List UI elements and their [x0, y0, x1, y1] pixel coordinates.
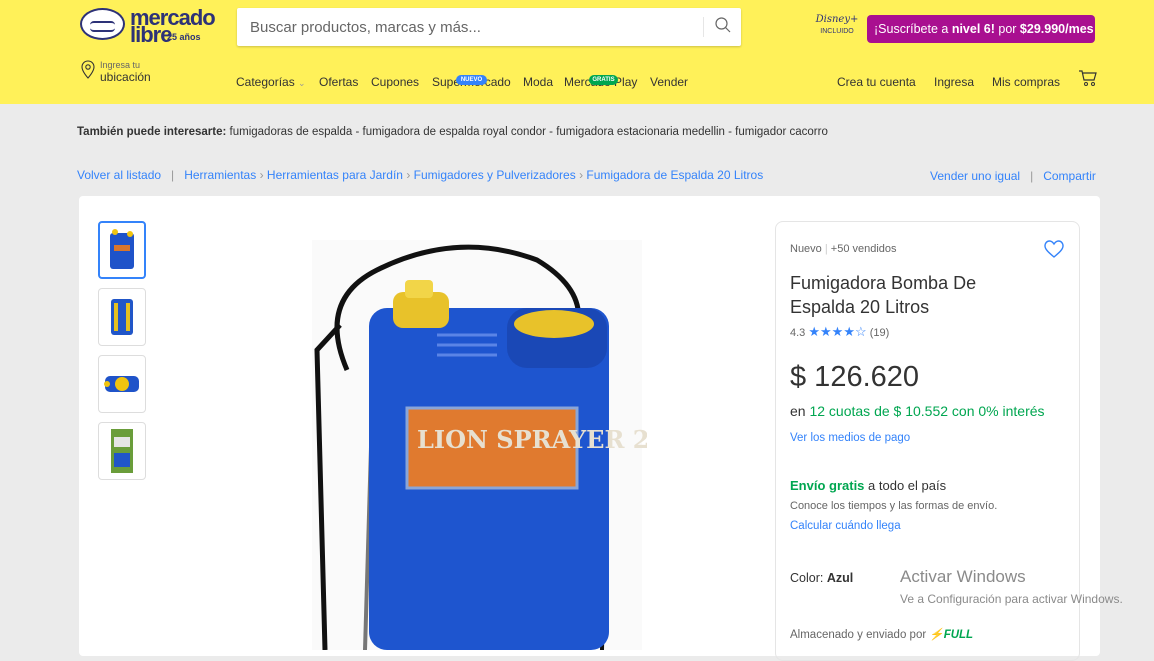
breadcrumb-divider: | [164, 168, 181, 182]
create-account-link[interactable]: Crea tu cuenta [837, 75, 916, 89]
thumbnail-4[interactable] [98, 422, 146, 480]
product-title: Fumigadora Bomba De Espalda 20 Litros [790, 273, 977, 317]
windows-activation-watermark: Activar Windows Ve a Configuración para … [900, 567, 1123, 606]
sprayer-back-thumbnail-image [111, 299, 133, 335]
thumbnail-3[interactable] [98, 355, 146, 413]
search-icon[interactable] [714, 16, 732, 34]
sprayer-top-thumbnail-image [104, 376, 139, 392]
breadcrumb-item[interactable]: Herramientas [184, 168, 256, 182]
chevron-right-icon: › [406, 168, 414, 182]
sprayer-box-thumbnail-image [111, 429, 133, 473]
free-badge: GRATIS [589, 75, 618, 85]
product-main-image[interactable]: LION SPRAYER 20 L [307, 240, 647, 650]
search-input[interactable]: Buscar productos, marcas y más... [237, 8, 741, 46]
thumbnail-2[interactable] [98, 288, 146, 346]
header: mercado libre 25 años Buscar productos, … [0, 0, 1154, 104]
nav-item-categorias[interactable]: Categorías ⌄ [236, 75, 306, 89]
location-value: ubicación [100, 70, 151, 84]
login-link[interactable]: Ingresa [934, 75, 974, 89]
color-selector[interactable]: Color: Azul [790, 571, 853, 585]
logo-years: 25 años [167, 32, 201, 42]
breadcrumb-item[interactable]: Herramientas para Jardín [267, 168, 403, 182]
rating-value: 4.3 [790, 327, 806, 339]
calculate-delivery-link[interactable]: Calcular cuándo llega [790, 520, 901, 532]
logo-text-libre: libre [130, 22, 172, 47]
location-label: Ingresa tu [100, 60, 141, 70]
review-count: (19) [869, 327, 890, 339]
disney-brand: Disney+ [815, 14, 859, 25]
full-badge: ⚡FULL [929, 629, 974, 641]
search-placeholder: Buscar productos, marcas y más... [250, 19, 481, 36]
condition-text: Nuevo | +50 vendidos [790, 243, 897, 255]
location-selector[interactable]: Ingresa tu ubicación [80, 59, 210, 89]
star-rating-icon: ★★★★☆ [808, 324, 867, 339]
shipping-description: Conoce los tiempos y las formas de envío… [790, 500, 998, 512]
nav-item-vender[interactable]: Vender [650, 75, 688, 89]
nav-item-moda[interactable]: Moda [523, 75, 553, 89]
sprayer-thumbnail-image [110, 229, 134, 269]
sell-same-link[interactable]: Vender uno igual [930, 169, 1020, 183]
my-purchases-link[interactable]: Mis compras [992, 75, 1060, 89]
disney-plus-logo[interactable]: Disney+ INCLUIDO [815, 14, 859, 44]
handshake-icon [80, 8, 125, 40]
share-link[interactable]: Compartir [1043, 169, 1096, 183]
free-shipping: Envío gratis [790, 478, 865, 493]
chevron-right-icon: › [259, 168, 267, 182]
chevron-down-icon: ⌄ [298, 78, 306, 88]
related-searches-label: También puede interesarte: [77, 126, 227, 138]
breadcrumb-item[interactable]: Fumigadora de Espalda 20 Litros [586, 168, 763, 182]
search-divider [703, 17, 704, 37]
action-divider: | [1023, 169, 1040, 183]
payment-methods-link[interactable]: Ver los medios de pago [790, 432, 910, 444]
breadcrumb-item[interactable]: Fumigadores y Pulverizadores [414, 168, 576, 182]
disney-included: INCLUIDO [820, 28, 854, 35]
nav-item-ofertas[interactable]: Ofertas [319, 75, 358, 89]
installments-value: 12 cuotas de $ 10.552 con 0% interés [809, 403, 1045, 419]
rating-row[interactable]: 4.3 ★★★★☆ (19) [790, 324, 889, 340]
color-value: Azul [826, 571, 854, 585]
breadcrumb: Volver al listado | Herramientas › Herra… [77, 168, 763, 182]
subscription-promo-banner[interactable]: ¡Suscríbete a nivel 6! por $29.990/mes [867, 15, 1095, 43]
mercado-libre-logo[interactable]: mercado libre 25 años [80, 5, 220, 47]
product-actions: Vender uno igual | Compartir [930, 169, 1096, 183]
price: $ 126.620 [790, 361, 920, 393]
installments: en 12 cuotas de $ 10.552 con 0% interés [790, 403, 1045, 419]
nav-item-cupones[interactable]: Cupones [371, 75, 419, 89]
thumbnail-1[interactable] [98, 221, 146, 279]
related-searches-items[interactable]: fumigadoras de espalda - fumigadora de e… [230, 126, 828, 138]
shipping-info: Envío gratis a todo el país [790, 478, 947, 493]
location-pin-icon [81, 60, 95, 79]
related-searches: También puede interesarte: fumigadoras d… [77, 126, 828, 138]
back-to-list-link[interactable]: Volver al listado [77, 168, 161, 182]
cart-icon[interactable] [1078, 68, 1098, 88]
product-label-text: LION SPRAYER 20 L [417, 425, 647, 454]
heart-icon[interactable] [1044, 240, 1064, 260]
new-badge: NUEVO [456, 75, 487, 85]
